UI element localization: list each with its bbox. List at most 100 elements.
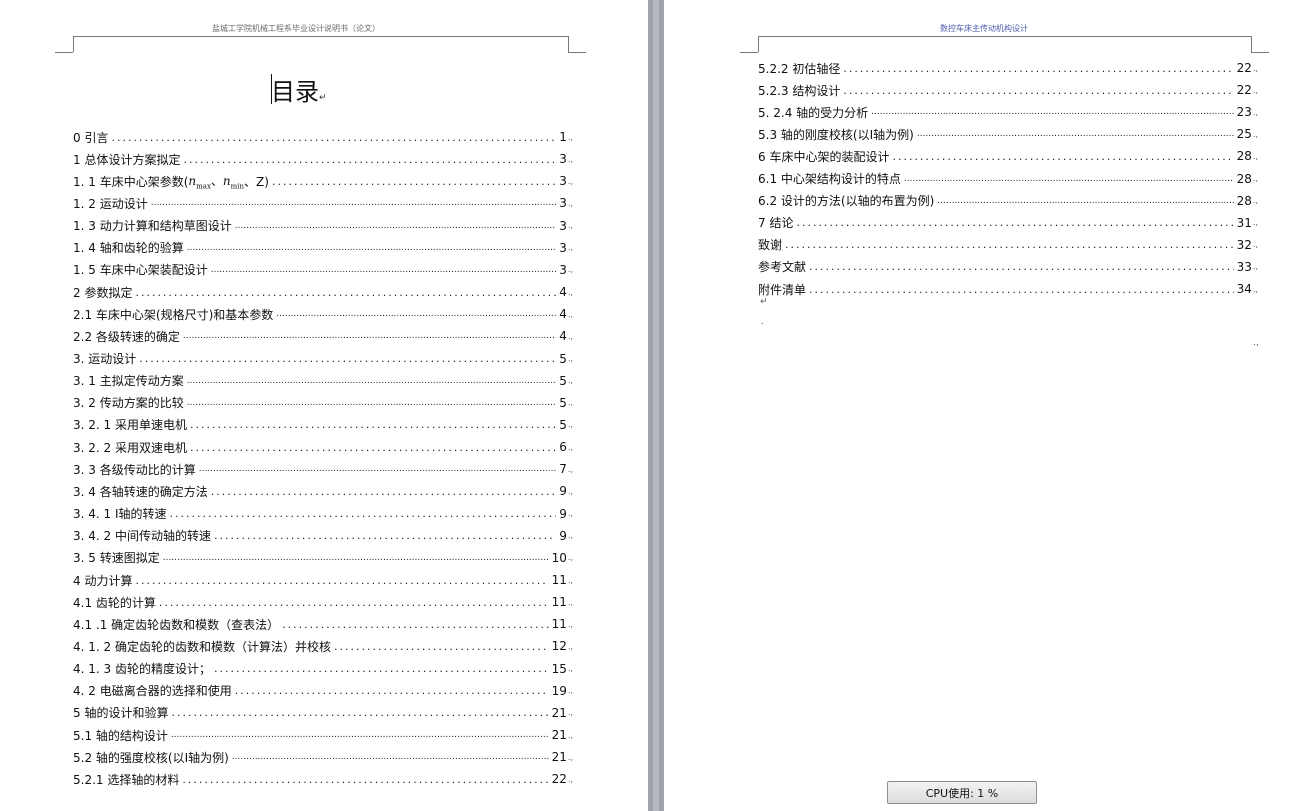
toc-entry-label: 6 车床中心架的装配设计	[758, 149, 890, 164]
toc-page-number: 4	[559, 329, 567, 344]
toc-entry[interactable]: 3. 2. 2 采用双速电机 6.,	[73, 438, 573, 456]
toc-entry[interactable]: 4.1 .1 确定齿轮齿数和模数（查表法） 11.,	[73, 615, 573, 633]
toc-entry-label: 3. 2. 1 采用单速电机	[73, 418, 187, 433]
toc-entry[interactable]: 5. 2.4 轴的受力分析 23.,	[758, 103, 1258, 121]
toc-entry[interactable]: 1. 3 动力计算和结构草图设计 3.,	[73, 217, 573, 235]
toc-entry[interactable]: 5.2.1 选择轴的材料 22.,	[73, 770, 573, 788]
toc-leader-dots	[917, 129, 1234, 139]
toc-entry[interactable]: 1. 1 车床中心架参数(nmax、nmin、Z) 3.,	[73, 172, 573, 190]
toc-entry[interactable]: 3. 4. 2 中间传动轴的转速 9.,	[73, 527, 573, 545]
toc-entry[interactable]: 附件清单 34.,	[758, 280, 1258, 298]
margin-corner	[740, 52, 758, 53]
toc-entry-label: 4. 1. 2 确定齿轮的齿数和模数（计算法）并校核	[73, 639, 331, 654]
paragraph-mark: .,	[567, 398, 573, 408]
toc-entry[interactable]: 4. 1. 2 确定齿轮的齿数和模数（计算法）并校核 12.,	[73, 637, 573, 655]
toc-page-number: 3	[559, 240, 567, 255]
toc-page-number: 32	[1236, 237, 1252, 252]
toc-leader-dots	[159, 596, 549, 609]
paragraph-mark: .,	[1252, 85, 1258, 95]
toc-entry[interactable]: 1 总体设计方案拟定 3.,	[73, 150, 573, 168]
toc-leader-dots	[190, 441, 556, 454]
toc-entry[interactable]: 3. 运动设计 5.,	[73, 350, 573, 368]
page-gutter	[648, 0, 664, 811]
paragraph-mark: .,	[567, 420, 573, 430]
toc-entry[interactable]: 3. 3 各级传动比的计算 7.,	[73, 460, 573, 478]
toc-entry[interactable]: 3. 4. 1 Ⅰ轴的转速 9.,	[73, 505, 573, 523]
toc-entry[interactable]: 1. 4 轴和齿轮的验算 3.,	[73, 239, 573, 257]
toc-entry[interactable]: 5.2.2 初估轴径 22.,	[758, 59, 1258, 77]
header-rule	[758, 36, 1251, 37]
toc-entry[interactable]: 1. 2 运动设计 3.,	[73, 194, 573, 212]
toc-page-number: 34	[1236, 282, 1252, 296]
toc-leader-dots	[183, 331, 556, 341]
paragraph-mark: ↵	[760, 297, 768, 307]
toc-leader-dots	[214, 529, 556, 542]
paragraph-mark: .,	[567, 619, 573, 629]
toc-leader-dots	[809, 283, 1234, 296]
toc-entry[interactable]: 5 轴的设计和验算 21.,	[73, 704, 573, 722]
margin-corner	[568, 52, 586, 53]
toc-entry[interactable]: 致谢 32.,	[758, 236, 1258, 254]
paragraph-mark: .,	[567, 176, 573, 186]
toc-page-number: 5	[559, 417, 567, 432]
toc-page-number: 9	[559, 528, 567, 543]
paragraph-mark: .,	[567, 287, 573, 297]
toc-entry[interactable]: 4. 1. 3 齿轮的精度设计； 15.,	[73, 660, 573, 678]
toc-leader-dots	[809, 260, 1234, 273]
toc-leader-dots	[171, 706, 548, 719]
toc-entry[interactable]: 4. 2 电磁离合器的选择和使用 19.,	[73, 682, 573, 700]
toc-entry-label: 1. 4 轴和齿轮的验算	[73, 241, 184, 256]
toc-entry[interactable]: 2.1 车床中心架(规格尺寸)和基本参数 4.,	[73, 305, 573, 323]
toc-entry[interactable]: 3. 2. 1 采用单速电机 5.,	[73, 416, 573, 434]
toc-leader-dots	[843, 84, 1233, 97]
toc-entry[interactable]: 3. 4 各轴转速的确定方法 9.,	[73, 482, 573, 500]
toc-page-number: 22	[551, 772, 567, 787]
toc-entry[interactable]: 参考文献 33.,	[758, 258, 1258, 276]
toc-entry-label: 4. 2 电磁离合器的选择和使用	[73, 684, 232, 699]
toc-entry-label: 6.2 设计的方法(以轴的布置为例)	[758, 194, 935, 209]
document-page-right[interactable]: 数控车床主传动机构设计	[664, 0, 1308, 811]
toc-page-number: 5	[559, 373, 567, 388]
toc-entry[interactable]: 5.2.3 结构设计 22.,	[758, 81, 1258, 99]
toc-leader-dots	[182, 773, 548, 786]
toc-entry[interactable]: 4.1 齿轮的计算 11.,	[73, 593, 573, 611]
toc-page-number: 9	[559, 506, 567, 521]
toc-entry[interactable]: 3. 5 转速图拟定 10.,	[73, 549, 573, 567]
toc-entry-label: 4 动力计算	[73, 573, 133, 588]
toc-entry-label: 3. 4 各轴转速的确定方法	[73, 484, 208, 499]
toc-entry[interactable]: 5.3 轴的刚度校核(以Ⅰ轴为例) 25.,	[758, 125, 1258, 143]
margin-corner	[758, 36, 759, 52]
toc-entry-label: 3. 2. 2 采用双速电机	[73, 440, 187, 455]
toc-entry[interactable]: 5.1 轴的结构设计 21.,	[73, 726, 573, 744]
toc-leader-dots	[214, 662, 549, 675]
toc-entry[interactable]: 6.1 中心架结构设计的特点 28.,	[758, 170, 1258, 188]
formula-n-max-min: nmax、nmin	[188, 174, 245, 191]
toc-entry[interactable]: 2 参数拟定 4.,	[73, 283, 573, 301]
toc-entry-label: 3. 5 转速图拟定	[73, 551, 160, 566]
paragraph-mark: .,	[567, 154, 573, 164]
toc-title[interactable]: 目录↵	[271, 72, 327, 107]
cpu-usage-indicator[interactable]: CPU使用: 1 %	[887, 781, 1037, 804]
paragraph-mark: .,	[1252, 129, 1258, 139]
toc-entry[interactable]: 7 结论 31.,	[758, 214, 1258, 232]
toc-entry-label: 6.1 中心架结构设计的特点	[758, 172, 901, 186]
toc-entry-label: 致谢	[758, 238, 783, 253]
paragraph-mark: .,	[567, 132, 573, 142]
toc-entry[interactable]: 1. 5 车床中心架装配设计 3.,	[73, 261, 573, 279]
toc-entry[interactable]: 0 引言 1.,	[73, 128, 573, 146]
paragraph-mark: .,	[567, 597, 573, 607]
toc-entry-label: 7 结论	[758, 216, 794, 231]
margin-corner	[568, 36, 569, 52]
toc-entry[interactable]: 6 车床中心架的装配设计 28.,	[758, 147, 1258, 165]
toc-page-number: 25	[1236, 127, 1252, 142]
paragraph-mark: .,	[1252, 218, 1258, 228]
toc-entry[interactable]: 6.2 设计的方法(以轴的布置为例) 28.,	[758, 192, 1258, 210]
toc-page-number: 22	[1236, 83, 1252, 98]
toc-entry[interactable]: 2.2 各级转速的确定 4.,	[73, 327, 573, 345]
toc-entry[interactable]: 3. 2 传动方案的比较 5.,	[73, 394, 573, 412]
toc-leader-dots	[135, 574, 548, 587]
toc-entry[interactable]: 5.2 轴的强度校核(以Ⅰ轴为例) 21.,	[73, 748, 573, 766]
toc-entry[interactable]: 4 动力计算 11.,	[73, 571, 573, 589]
toc-entry[interactable]: 3. 1 主拟定传动方案 5.,	[73, 372, 573, 390]
toc-page-number: 7	[559, 462, 567, 477]
